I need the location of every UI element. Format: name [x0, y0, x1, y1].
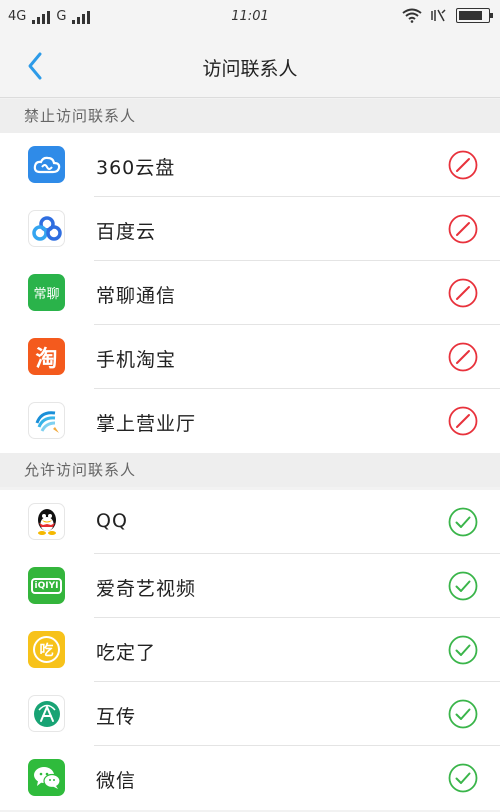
navigation-bar: 访问联系人 — [0, 34, 500, 98]
page-title: 访问联系人 — [202, 58, 298, 80]
app-row-transfer[interactable]: 互传 — [0, 682, 500, 746]
section-header-denied: 禁止访问联系人 — [0, 99, 500, 133]
deny-circle-icon[interactable] — [448, 214, 478, 244]
app-name: 吃定了 — [96, 642, 157, 664]
app-name: 360云盘 — [96, 157, 176, 179]
app-name: 百度云 — [96, 221, 157, 243]
app-row-taobao[interactable]: 淘 手机淘宝 — [0, 325, 500, 389]
check-circle-icon[interactable] — [448, 635, 478, 665]
deny-circle-icon[interactable] — [448, 278, 478, 308]
wechat-icon — [28, 759, 65, 796]
battery-icon — [456, 8, 493, 23]
deny-circle-icon[interactable] — [448, 406, 478, 436]
changliao-icon: 常聊 — [28, 274, 65, 311]
battery-level — [459, 11, 482, 20]
qq-penguin-icon — [28, 503, 65, 540]
app-row-baidu-cloud[interactable]: 百度云 — [0, 197, 500, 261]
check-circle-icon[interactable] — [448, 507, 478, 537]
app-row-360-cloud[interactable]: 360云盘 — [0, 133, 500, 197]
app-row-changliao[interactable]: 常聊 常聊通信 — [0, 261, 500, 325]
transfer-icon — [28, 695, 65, 732]
app-name: 手机淘宝 — [96, 349, 177, 371]
chidingle-icon: 吃 — [28, 631, 65, 668]
section-header-allowed: 允许访问联系人 — [0, 453, 500, 487]
baidu-cloud-icon — [28, 210, 65, 247]
deny-circle-icon[interactable] — [448, 342, 478, 372]
app-row-iqiyi[interactable]: iQIYI 爱奇艺视频 — [0, 554, 500, 618]
app-name: 常聊通信 — [96, 285, 177, 307]
status-bar-right — [402, 8, 493, 23]
china-mobile-icon — [28, 402, 65, 439]
app-name: 微信 — [96, 770, 137, 792]
wifi-icon — [402, 8, 422, 23]
iqiyi-icon: iQIYI — [28, 567, 65, 604]
app-name: 掌上营业厅 — [96, 413, 197, 435]
app-row-chidingle[interactable]: 吃 吃定了 — [0, 618, 500, 682]
app-row-qq[interactable]: QQ — [0, 490, 500, 554]
check-circle-icon[interactable] — [448, 699, 478, 729]
app-row-wechat[interactable]: 微信 — [0, 746, 500, 810]
cloud-icon — [28, 146, 65, 183]
app-name: 爱奇艺视频 — [96, 578, 197, 600]
deny-circle-icon[interactable] — [448, 150, 478, 180]
check-circle-icon[interactable] — [448, 571, 478, 601]
app-row-china-mobile[interactable]: 掌上营业厅 — [0, 389, 500, 453]
app-name: 互传 — [96, 706, 137, 728]
check-circle-icon[interactable] — [448, 763, 478, 793]
taobao-icon: 淘 — [28, 338, 65, 375]
vibrate-icon — [431, 9, 446, 22]
app-name: QQ — [96, 510, 128, 532]
status-bar: 4G G 11:01 — [0, 0, 500, 34]
